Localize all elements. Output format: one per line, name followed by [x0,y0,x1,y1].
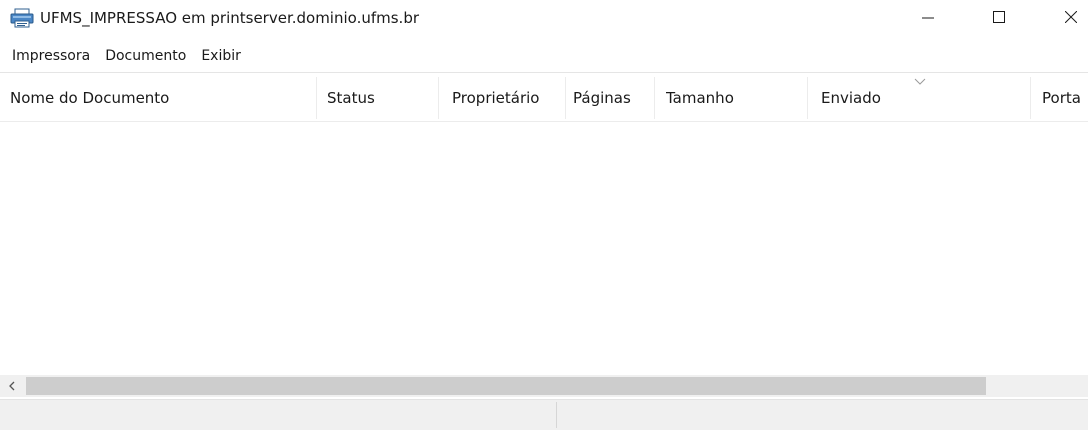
column-divider[interactable] [316,77,317,119]
column-divider[interactable] [438,77,439,119]
minimize-button[interactable] [905,0,951,34]
maximize-icon [993,11,1005,23]
horizontal-scrollbar[interactable] [0,375,1088,397]
menu-impressora[interactable]: Impressora [7,42,95,70]
status-bar [0,399,1088,430]
column-port[interactable]: Porta [1042,73,1088,121]
column-divider[interactable] [807,77,808,119]
status-pane-left [0,400,556,430]
sort-descending-icon [914,78,926,85]
printer-icon [10,8,34,28]
menu-documento[interactable]: Documento [100,42,191,70]
menu-exibir[interactable]: Exibir [196,42,246,70]
column-divider[interactable] [565,77,566,119]
window-title: UFMS_IMPRESSAO em printserver.dominio.uf… [40,9,420,27]
column-size[interactable]: Tamanho [666,73,806,121]
minimize-icon [922,17,934,19]
column-divider[interactable] [1030,77,1031,119]
document-list[interactable] [0,122,1088,375]
column-divider[interactable] [654,77,655,119]
scroll-left-button[interactable] [0,375,24,397]
column-document-name[interactable]: Nome do Documento [10,73,315,121]
menu-bar: Impressora Documento Exibir [0,42,1088,70]
scroll-thumb[interactable] [26,377,986,395]
title-bar[interactable]: UFMS_IMPRESSAO em printserver.dominio.uf… [0,0,1088,38]
column-status[interactable]: Status [327,73,437,121]
column-owner[interactable]: Proprietário [452,73,564,121]
column-header: Nome do Documento Status Proprietário Pá… [0,72,1088,122]
column-pages[interactable]: Páginas [573,73,653,121]
close-button[interactable] [1048,0,1088,34]
maximize-button[interactable] [976,0,1022,34]
chevron-left-icon [9,381,15,391]
status-pane-right [557,400,1088,430]
close-icon [1065,11,1077,23]
